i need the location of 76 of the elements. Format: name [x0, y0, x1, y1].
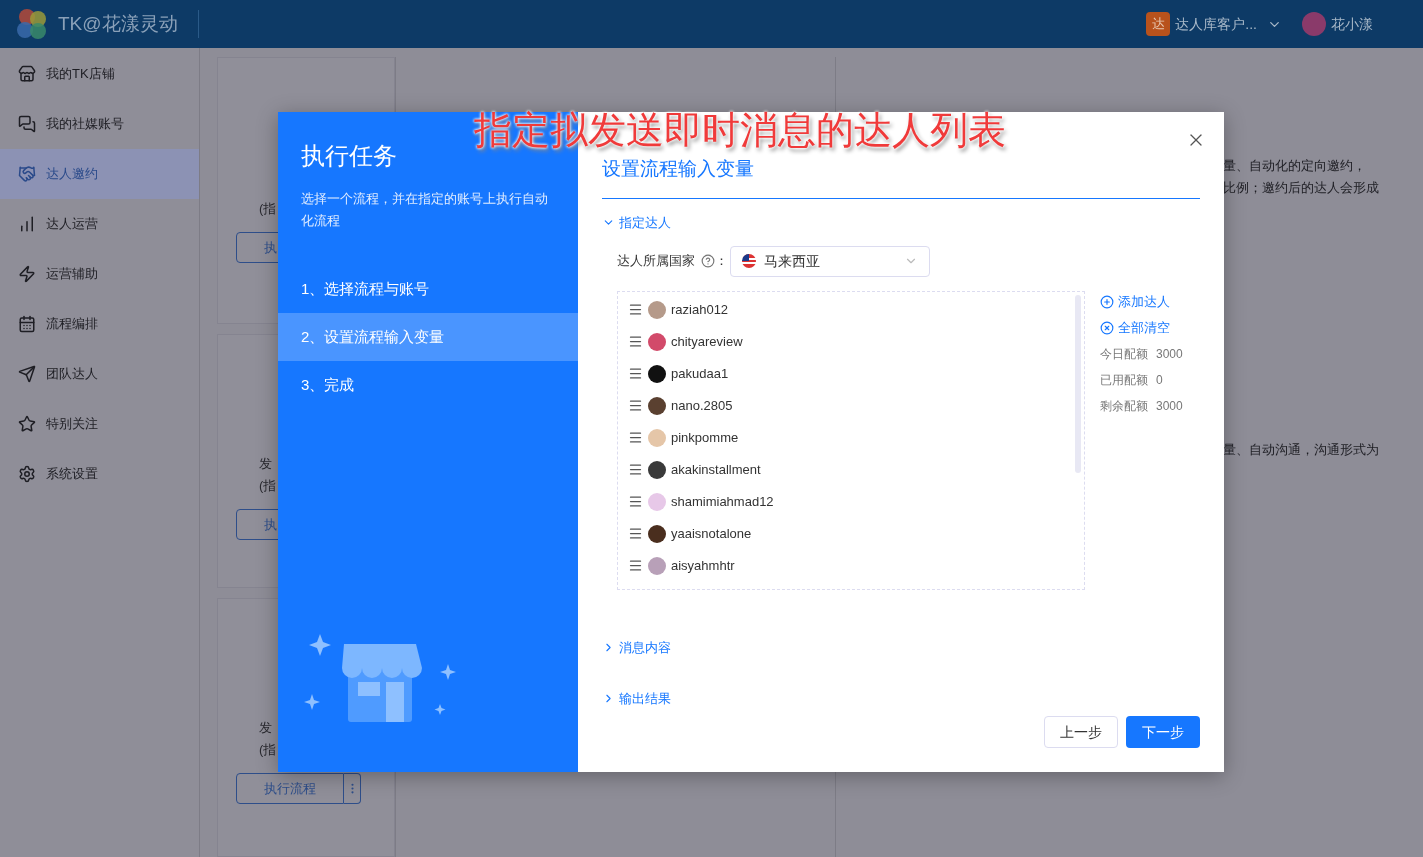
- creator-name: shamimiahmad12: [671, 492, 774, 511]
- step-item[interactable]: 2、设置流程输入变量: [278, 313, 578, 361]
- sidebar-item[interactable]: 达人邀约: [0, 149, 199, 199]
- next-button[interactable]: 下一步: [1126, 716, 1200, 748]
- drag-handle-icon[interactable]: [628, 430, 643, 445]
- sidebar-item[interactable]: 达人运营: [0, 199, 199, 249]
- section-heading: 设置流程输入变量: [602, 157, 754, 181]
- card-text: 量、自动化的定向邀约，: [1223, 157, 1367, 175]
- country-select[interactable]: 马来西亚: [730, 245, 930, 277]
- creator-name: nano.2805: [671, 396, 733, 415]
- run-flow-button[interactable]: 执行流程: [236, 773, 344, 805]
- quota-label: 已用配额: [1100, 372, 1148, 389]
- quota-value: 0: [1156, 372, 1163, 389]
- dialog-description: 选择一个流程，并在指定的账号上执行自动化流程: [301, 190, 549, 230]
- card-text: 发: [259, 455, 272, 474]
- card-text: 量、自动沟通，沟通形式为: [1223, 441, 1380, 459]
- sidebar-item[interactable]: 运营辅助: [0, 249, 199, 299]
- card-text: 比例；邀约后的达人会形成: [1223, 179, 1380, 197]
- star-icon: [18, 415, 36, 433]
- collapse-header[interactable]: 输出结果: [602, 689, 671, 709]
- add-creator-link[interactable]: 添加达人: [1100, 292, 1183, 312]
- quota-label: 今日配额: [1100, 346, 1148, 363]
- drag-handle-icon[interactable]: [628, 398, 643, 413]
- clear-all-link[interactable]: 全部清空: [1100, 318, 1183, 338]
- drag-handle-icon[interactable]: [628, 462, 643, 477]
- lightning-icon: [18, 265, 36, 283]
- field-label: 达人所属国家: [617, 252, 695, 271]
- creator-name: pakudaa1: [671, 364, 729, 383]
- calendar-icon: [18, 315, 36, 333]
- creator-name: chityareview: [671, 332, 743, 351]
- creator-name: yaaisnotalone: [671, 524, 752, 543]
- creator-name: akakinstallment: [671, 460, 761, 479]
- creator-name: pinkpomme: [671, 428, 739, 447]
- sidebar-item[interactable]: 我的社媒账号: [0, 99, 199, 149]
- collapse-header[interactable]: 指定达人: [602, 213, 671, 233]
- drag-handle-icon[interactable]: [628, 558, 643, 573]
- card-text: (指: [259, 741, 277, 760]
- quota-label: 剩余配额: [1100, 398, 1148, 415]
- collapse-header[interactable]: 消息内容: [602, 637, 671, 657]
- paper-plane-icon: [18, 365, 36, 383]
- sidebar-item[interactable]: 特别关注: [0, 399, 199, 449]
- card-text: (指: [259, 200, 277, 218]
- x-circle-icon: [1100, 321, 1114, 335]
- chat-bubbles-icon: [18, 115, 36, 133]
- bar-chart-icon: [18, 215, 36, 233]
- team-badge: 达: [1146, 12, 1171, 36]
- drag-handle-icon[interactable]: [628, 494, 643, 509]
- sidebar-item[interactable]: 我的TK店铺: [0, 49, 199, 99]
- dialog-title: 执行任务: [301, 141, 398, 171]
- drag-handle-icon[interactable]: [628, 526, 643, 541]
- flag-icon: [742, 254, 756, 268]
- plus-circle-icon: [1100, 295, 1114, 309]
- quota-value: 3000: [1156, 398, 1183, 415]
- sidebar-item[interactable]: 系统设置: [0, 449, 199, 499]
- app-name: TK@花漾灵动: [58, 11, 178, 36]
- drag-handle-icon[interactable]: [628, 366, 643, 381]
- colon: ：: [715, 252, 728, 271]
- store-icon: [18, 65, 36, 83]
- sidebar-item[interactable]: 流程编排: [0, 299, 199, 349]
- step-item[interactable]: 3、完成: [278, 361, 578, 409]
- user-name: 花小漾: [1331, 14, 1373, 34]
- quota-value: 3000: [1156, 346, 1183, 363]
- card-text: 发: [259, 719, 272, 738]
- handshake-icon: [18, 165, 36, 183]
- card-text: (指: [259, 477, 277, 496]
- more-menu-button[interactable]: [344, 773, 361, 805]
- drag-handle-icon[interactable]: [628, 334, 643, 349]
- back-button[interactable]: 上一步: [1044, 716, 1118, 748]
- drag-handle-icon[interactable]: [628, 302, 643, 317]
- team-dropdown[interactable]: 达人库客户...: [1175, 13, 1282, 35]
- creator-name: aisyahmhtr: [671, 556, 735, 575]
- sidebar-item[interactable]: 团队达人: [0, 349, 199, 399]
- settings-icon: [18, 465, 36, 483]
- step-item[interactable]: 1、选择流程与账号: [278, 265, 578, 313]
- creator-name: raziah012: [671, 300, 729, 319]
- help-icon: [701, 254, 715, 268]
